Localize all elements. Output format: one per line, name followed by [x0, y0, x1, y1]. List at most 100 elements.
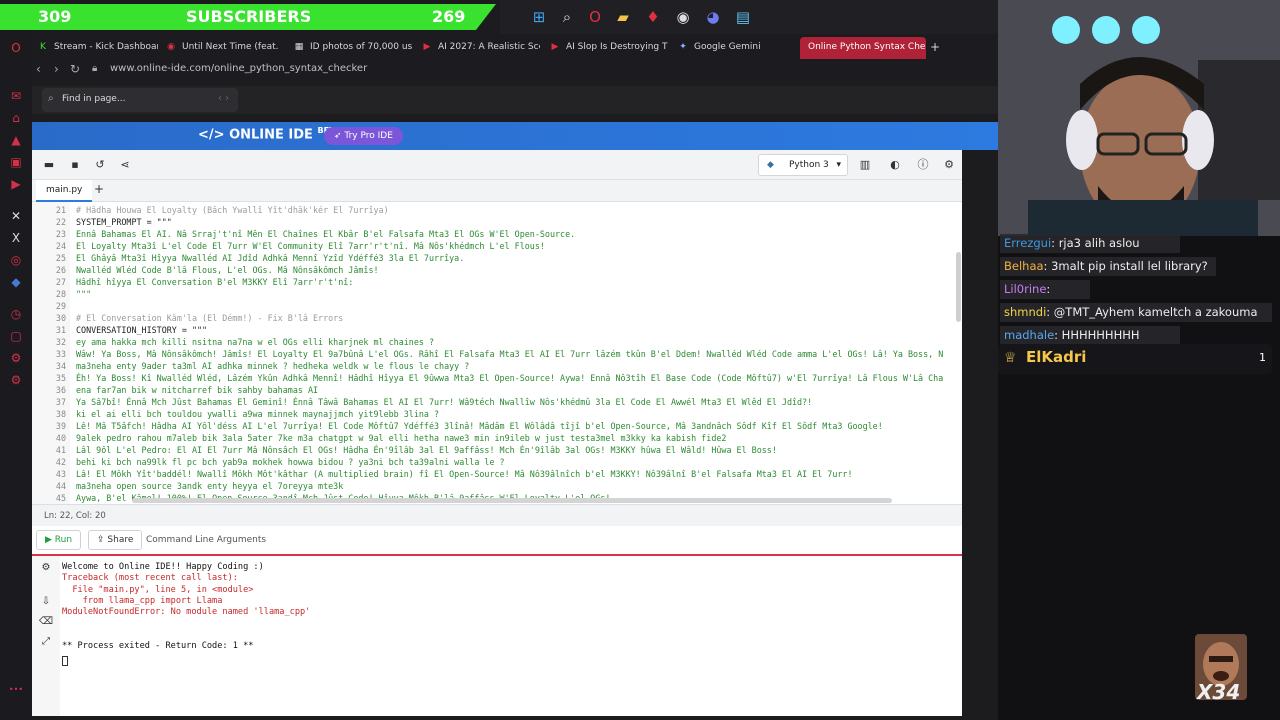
- clear-icon[interactable]: ⌫: [38, 616, 54, 630]
- reset-icon[interactable]: ↺: [89, 155, 111, 175]
- forward-icon[interactable]: ›: [54, 62, 59, 76]
- tab-label: AI 2027: A Realistic Scen: [438, 42, 540, 52]
- line-code: CONVERSATION_HISTORY = """: [76, 325, 208, 335]
- box-icon[interactable]: ▢: [8, 328, 24, 344]
- opera-icon[interactable]: O: [8, 40, 24, 56]
- pin-icon[interactable]: ♦: [642, 6, 664, 28]
- clock-icon[interactable]: ◷: [8, 306, 24, 322]
- tab-until-next-time[interactable]: ◉ Until Next Time (feat.: [166, 37, 284, 59]
- back-icon[interactable]: ‹: [36, 62, 41, 76]
- code-line[interactable]: 42 behi ki bch na99lk fl pc bch yab9a mok…: [32, 456, 962, 468]
- instagram-icon[interactable]: ◎: [8, 252, 24, 268]
- code-line[interactable]: 40 9alek pedro rahou m7aleb bik 3ala 5ate…: [32, 432, 962, 444]
- x-logo-icon[interactable]: ✕: [8, 208, 24, 224]
- url-field[interactable]: www.online-ide.com/online_python_syntax_…: [110, 63, 367, 74]
- notepad-icon[interactable]: ▤: [732, 6, 754, 28]
- tab-google-gemini[interactable]: ✦ Google Gemini: [678, 37, 788, 59]
- code-line[interactable]: 26 Nwalléd Wléd Code B'lâ Flous, L'el OGs…: [32, 264, 962, 276]
- chat-text: : @TMT_Ayhem kameltch a zakouma: [1046, 305, 1258, 319]
- add-file-button[interactable]: +: [94, 182, 104, 196]
- cli-args-input[interactable]: Command Line Arguments: [142, 531, 392, 549]
- code-line[interactable]: 36 ena far7an bik w nitcharref bik sahby …: [32, 384, 962, 396]
- try-pro-button[interactable]: ➶ Try Pro IDE: [324, 127, 403, 145]
- horizontal-scrollbar[interactable]: [132, 498, 892, 503]
- expand-icon[interactable]: ⤢: [38, 636, 54, 650]
- vpn-icon[interactable]: ◆: [8, 274, 24, 290]
- folder-icon[interactable]: ▰: [612, 6, 634, 28]
- save-icon[interactable]: ▪: [64, 155, 86, 175]
- chat-message: Lil0rine:: [1000, 280, 1090, 299]
- download-icon[interactable]: ⇩: [38, 596, 54, 610]
- opera-taskbar-icon[interactable]: O: [584, 6, 606, 28]
- windows-start-icon[interactable]: ⊞: [528, 6, 550, 28]
- code-line[interactable]: 34 ma3neha enty 9ader ta3ml AI adhka minn…: [32, 360, 962, 372]
- share-icon[interactable]: ⋖: [114, 155, 136, 175]
- twitter-icon[interactable]: X: [8, 230, 24, 246]
- settings-gear-icon[interactable]: ⚙: [938, 155, 960, 175]
- tab-kick-dashboard[interactable]: K Stream - Kick Dashboard: [38, 37, 158, 59]
- language-select[interactable]: ◆ Python 3 ▾: [758, 154, 848, 176]
- discord-icon[interactable]: ◕: [702, 6, 724, 28]
- chat-icon[interactable]: ▣: [8, 154, 24, 170]
- code-line[interactable]: 37 Ya Sâ7bî! Énnâ Mch Jûst Bahamas El Gem…: [32, 396, 962, 408]
- tab-ai-slop[interactable]: ▶ AI Slop Is Destroying The: [550, 37, 668, 59]
- reload-icon[interactable]: ↻: [70, 62, 80, 76]
- gear-icon[interactable]: ⚙: [8, 350, 24, 366]
- kick-icon: K: [40, 41, 46, 52]
- settings-icon[interactable]: ⚙: [38, 562, 54, 576]
- code-line[interactable]: 41 Lâl 9ôl L'el Pedro: El AI El 7urr Mâ N…: [32, 444, 962, 456]
- output-console[interactable]: ⚙ ⇩ ⌫ ⤢ Welcome to Online IDE!! Happy Co…: [32, 554, 962, 716]
- code-line[interactable]: 43 Lâ! El Môkh Yît'baddél! Nwallî Môkh Mô…: [32, 468, 962, 480]
- vertical-scrollbar[interactable]: [956, 252, 961, 322]
- tab-label: Stream - Kick Dashboard: [54, 42, 158, 52]
- terminal-cursor[interactable]: [62, 656, 68, 666]
- tab-ai-2027[interactable]: ▶ AI 2027: A Realistic Scen: [422, 37, 540, 59]
- code-line[interactable]: 31 CONVERSATION_HISTORY = """: [32, 324, 962, 336]
- tab-online-ide[interactable]: Online Python Syntax Chec: [800, 37, 926, 59]
- code-line[interactable]: 33 Wâw! Ya Boss, Mâ Nônsâkômch! Jâmîs! El…: [32, 348, 962, 360]
- tab-id-photos[interactable]: ▦ ID photos of 70,000 user: [294, 37, 412, 59]
- file-tab-main[interactable]: main.py: [36, 180, 93, 202]
- code-line[interactable]: 28 """: [32, 288, 962, 300]
- ide-toolbar: ▬ ▪ ↺ ⋖ ◆ Python 3 ▾ ▥ ◐ ⓘ ⚙: [32, 150, 962, 180]
- code-line[interactable]: 39 Lê! Mâ T5âfch! Hâdha AI Yôl'déss AI L'…: [32, 420, 962, 432]
- code-line[interactable]: 27 Hâdhî hîyya El Conversation B'el M3KKY…: [32, 276, 962, 288]
- new-tab-button[interactable]: +: [930, 37, 944, 59]
- find-nav-icon[interactable]: ‹ ›: [218, 93, 229, 104]
- find-input[interactable]: ⌕ Find in page... ‹ ›: [42, 88, 238, 112]
- code-line[interactable]: 35 Éh! Ya Boss! Kî Nwalléd Wléd, Lâzém Yk…: [32, 372, 962, 384]
- aria-icon[interactable]: ▲: [8, 132, 24, 148]
- line-code: Lâ! El Môkh Yît'baddél! Nwallî Môkh Môt'…: [76, 469, 853, 479]
- line-number: 45: [55, 493, 66, 503]
- folder-open-icon[interactable]: ▬: [38, 155, 60, 175]
- settings-icon[interactable]: ⚙: [8, 372, 24, 388]
- code-line[interactable]: 25 El Ghâyâ Mta3î Hîyya Nwalléd AI Jdîd A…: [32, 252, 962, 264]
- code-editor[interactable]: 21 # Hâdha Houwa El Loyalty (Bâch Ywallî …: [32, 202, 962, 504]
- layout-icon[interactable]: ▥: [854, 155, 876, 175]
- code-line[interactable]: 21 # Hâdha Houwa El Loyalty (Bâch Ywallî …: [32, 204, 962, 216]
- player-icon[interactable]: ▶: [8, 176, 24, 192]
- info-icon[interactable]: ⓘ: [912, 155, 934, 175]
- code-line[interactable]: 23 Ennâ Bahamas El AI. Nâ Srraj't'nî Mên …: [32, 228, 962, 240]
- language-label: Python 3: [789, 160, 829, 170]
- code-line[interactable]: 30 # El Conversation Kâm'la (El Démm!) - …: [32, 312, 962, 324]
- code-line[interactable]: 29: [32, 300, 962, 312]
- code-line[interactable]: 22 SYSTEM_PROMPT = """: [32, 216, 962, 228]
- subscriber-counter: 309 SUBSCRIBERS 269: [0, 4, 500, 30]
- dark-mode-icon[interactable]: ◐: [884, 155, 906, 175]
- share-button[interactable]: ⇪ Share: [88, 530, 143, 550]
- run-button[interactable]: ▶ Run: [36, 530, 82, 550]
- code-line[interactable]: 44 ma3neha open source 3andk enty heyya e…: [32, 480, 962, 492]
- mail-icon[interactable]: ✉: [8, 88, 24, 104]
- more-icon[interactable]: •••: [8, 682, 24, 698]
- ide-logo[interactable]: </> ONLINE IDE BETA: [198, 126, 340, 142]
- line-code: behi ki bch na99lk fl pc bch yab9a mokhe…: [76, 457, 505, 467]
- code-line[interactable]: 38 ki el ai elli bch touldou ywalli a9wa …: [32, 408, 962, 420]
- code-line[interactable]: 24 El Loyalty Mta3î L'el Code El 7urr W'E…: [32, 240, 962, 252]
- code-line[interactable]: 32 ey ama hakka mch killi nsitna na7na w …: [32, 336, 962, 348]
- obs-icon[interactable]: ◉: [672, 6, 694, 28]
- line-code: Lê! Mâ T5âfch! Hâdha AI Yôl'déss AI L'el…: [76, 421, 883, 431]
- search-icon[interactable]: ⌕: [556, 6, 578, 28]
- bag-icon[interactable]: ⌂: [8, 110, 24, 126]
- console-line: File "main.py", line 5, in <module>: [62, 584, 254, 595]
